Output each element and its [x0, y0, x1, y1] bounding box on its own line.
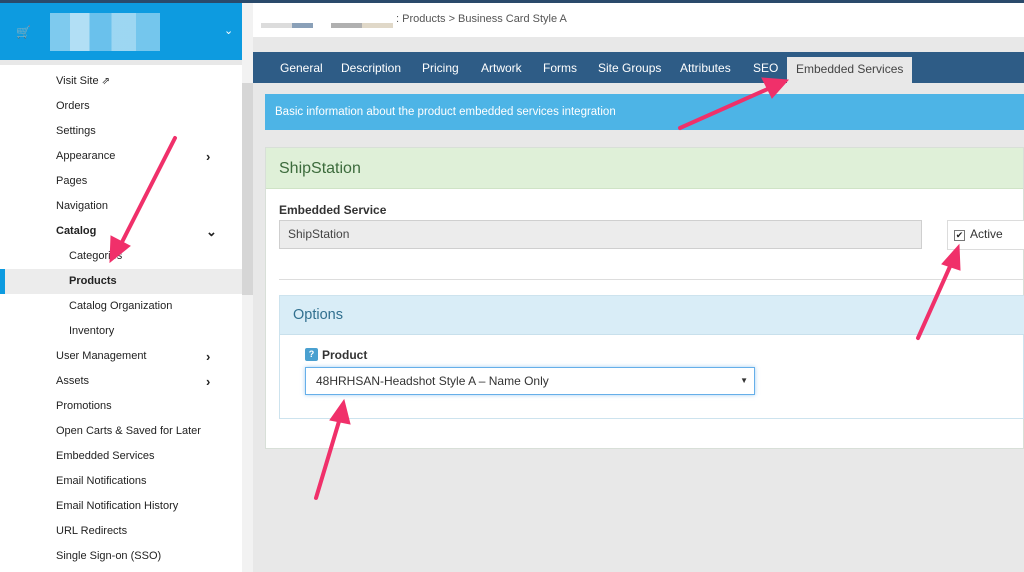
- breadcrumb[interactable]: : Products > Business Card Style A: [396, 13, 567, 25]
- sidebar-item-label: Navigation: [56, 200, 108, 212]
- sidebar-item-label: Products: [69, 275, 117, 287]
- sidebar-item-products[interactable]: Products: [0, 269, 242, 294]
- sidebar-item-label: Catalog: [56, 225, 97, 237]
- sidebar-item-categories[interactable]: Categories: [0, 244, 242, 269]
- breadcrumb-redacted-link[interactable]: [261, 23, 313, 28]
- tab-seo[interactable]: SEO: [753, 52, 778, 83]
- sidebar-nav: Visit Site ⇗ Orders Settings Appearance › …: [0, 69, 242, 569]
- tab-pricing[interactable]: Pricing: [422, 52, 459, 83]
- product-select-value: 48HRHSAN-Headshot Style A – Name Only: [316, 374, 549, 388]
- tab-general[interactable]: General: [280, 52, 323, 83]
- tab-bar: General Description Pricing Artwork Form…: [253, 52, 1024, 83]
- sidebar-item-label: Catalog Organization: [69, 300, 173, 312]
- chevron-down-icon: ⌄: [206, 224, 217, 239]
- sidebar-item-inventory[interactable]: Inventory: [0, 319, 242, 344]
- active-checkbox[interactable]: ✔: [954, 230, 965, 241]
- sidebar-item-settings[interactable]: Settings: [0, 119, 242, 144]
- sidebar-item-navigation[interactable]: Navigation: [0, 194, 242, 219]
- sidebar-scrollbar-thumb[interactable]: [242, 83, 253, 295]
- sidebar-item-label: Inventory: [69, 325, 115, 337]
- embedded-service-label: Embedded Service: [279, 203, 387, 217]
- product-label: Product: [322, 348, 368, 362]
- sidebar-item-orders[interactable]: Orders: [0, 94, 242, 119]
- external-link-icon: ⇗: [101, 76, 110, 87]
- sidebar-item-label: Settings: [56, 125, 96, 137]
- sidebar-item-label: Visit Site: [56, 75, 99, 87]
- breadcrumb-bar: : Products > Business Card Style A: [253, 3, 1024, 37]
- tab-artwork[interactable]: Artwork: [481, 52, 522, 83]
- sidebar-item-sso[interactable]: Single Sign-on (SSO): [0, 544, 242, 569]
- sidebar-item-label: URL Redirects: [56, 525, 128, 537]
- sidebar-item-label: Email Notifications: [56, 475, 147, 487]
- sidebar-item-label: Embedded Services: [56, 450, 155, 462]
- sidebar-item-catalog-organization[interactable]: Catalog Organization: [0, 294, 242, 319]
- sidebar-item-label: Pages: [56, 175, 88, 187]
- sidebar-item-label: Promotions: [56, 400, 112, 412]
- tab-embedded-services[interactable]: Embedded Services: [787, 57, 913, 83]
- chevron-right-icon: ›: [206, 349, 211, 364]
- sidebar: 🛒 ⌄ Visit Site ⇗ Orders Settings Appearan…: [0, 3, 253, 572]
- options-panel: Options ? Product 48HRHSAN-Headshot Styl…: [279, 295, 1024, 419]
- brand-header[interactable]: 🛒 ⌄: [0, 3, 242, 60]
- tab-forms[interactable]: Forms: [543, 52, 577, 83]
- options-header: Options: [280, 296, 1024, 335]
- caret-down-icon: ▼: [740, 376, 748, 385]
- sidebar-item-label: Assets: [56, 375, 90, 387]
- cart-icon: 🛒: [16, 25, 31, 39]
- sidebar-item-label: Single Sign-on (SSO): [56, 550, 162, 562]
- sidebar-item-catalog[interactable]: Catalog ⌄: [0, 219, 242, 244]
- panel-header: ShipStation: [266, 148, 1023, 189]
- store-logo: [50, 13, 160, 51]
- sidebar-item-email-notifications[interactable]: Email Notifications: [0, 469, 242, 494]
- chevron-right-icon: ›: [206, 374, 211, 389]
- sidebar-item-promotions[interactable]: Promotions: [0, 394, 242, 419]
- sidebar-item-label: Categories: [69, 250, 123, 262]
- help-icon[interactable]: ?: [305, 348, 318, 361]
- shipstation-panel: ShipStation Embedded Service ShipStation…: [265, 147, 1024, 449]
- panel-title: ShipStation: [279, 160, 361, 177]
- tab-attributes[interactable]: Attributes: [680, 52, 731, 83]
- sidebar-item-label: User Management: [56, 350, 147, 362]
- sidebar-item-user-management[interactable]: User Management ›: [0, 344, 242, 369]
- sidebar-item-open-carts[interactable]: Open Carts & Saved for Later: [0, 419, 242, 444]
- info-banner: Basic information about the product embe…: [265, 94, 1024, 130]
- sidebar-item-label: Email Notification History: [56, 500, 179, 512]
- options-title: Options: [293, 307, 343, 323]
- active-label: Active: [970, 227, 1003, 241]
- active-toggle[interactable]: ✔ Active: [947, 220, 1024, 250]
- tab-site-groups[interactable]: Site Groups: [598, 52, 661, 83]
- sidebar-item-appearance[interactable]: Appearance ›: [0, 144, 242, 169]
- sidebar-item-assets[interactable]: Assets ›: [0, 369, 242, 394]
- sidebar-item-embedded-services[interactable]: Embedded Services: [0, 444, 242, 469]
- sidebar-item-email-notification-history[interactable]: Email Notification History: [0, 494, 242, 519]
- sidebar-item-url-redirects[interactable]: URL Redirects: [0, 519, 242, 544]
- breadcrumb-redacted-link[interactable]: [331, 23, 393, 28]
- product-select[interactable]: 48HRHSAN-Headshot Style A – Name Only ▼: [305, 367, 755, 395]
- brand-separator: [0, 60, 242, 65]
- sidebar-item-label: Orders: [56, 100, 90, 112]
- sidebar-item-visit-site[interactable]: Visit Site ⇗: [0, 69, 242, 94]
- chevron-down-icon[interactable]: ⌄: [224, 24, 233, 37]
- chevron-right-icon: ›: [206, 149, 211, 164]
- sidebar-item-label: Open Carts & Saved for Later: [56, 425, 201, 437]
- embedded-service-field[interactable]: ShipStation: [279, 220, 922, 249]
- tab-description[interactable]: Description: [341, 52, 401, 83]
- divider: [279, 279, 1023, 280]
- sidebar-item-label: Appearance: [56, 150, 116, 162]
- sidebar-item-pages[interactable]: Pages: [0, 169, 242, 194]
